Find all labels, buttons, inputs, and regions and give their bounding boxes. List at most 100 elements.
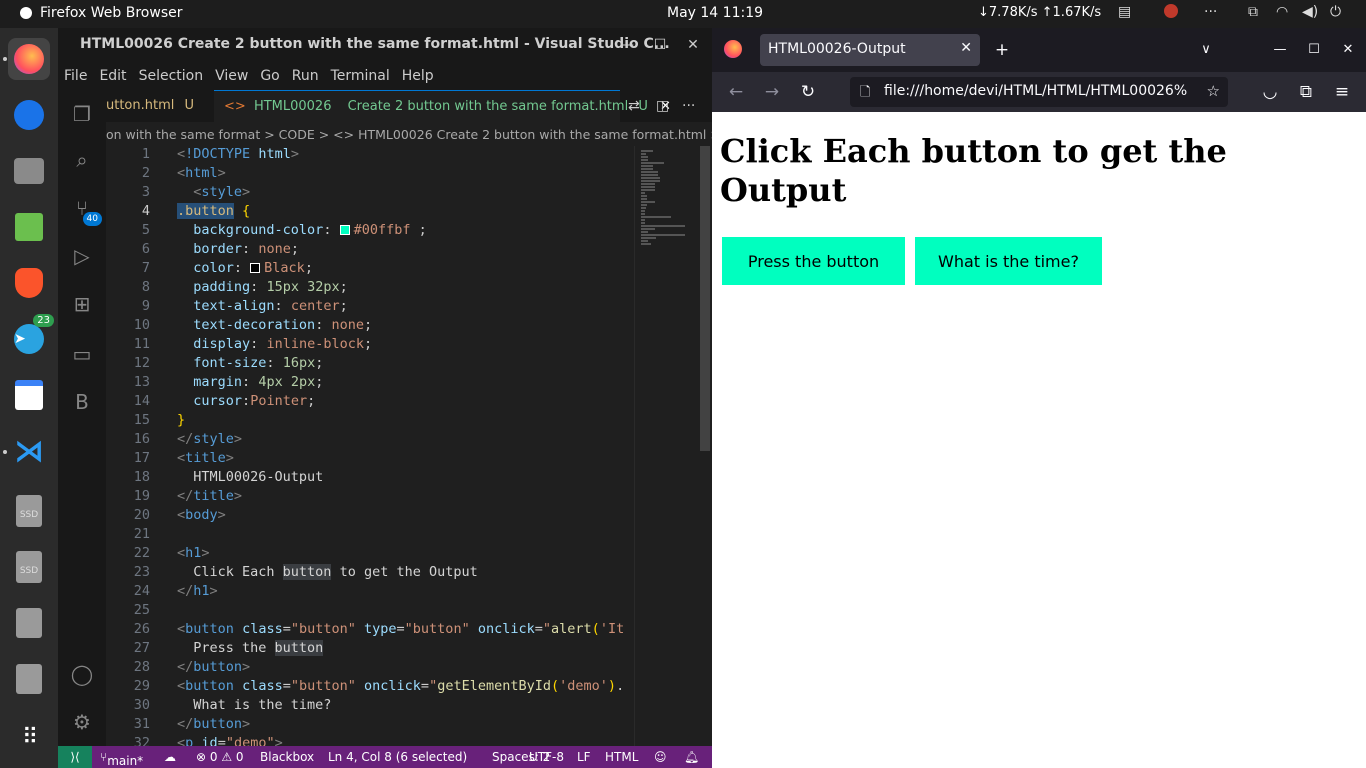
code-line[interactable]: 15}	[106, 412, 634, 431]
code-line[interactable]: 31 </button>	[106, 716, 634, 735]
pocket-icon[interactable]: ◡	[1258, 80, 1282, 104]
menu-selection[interactable]: Selection	[133, 62, 210, 90]
code-line[interactable]: 13 margin: 4px 2px;	[106, 374, 634, 393]
code-line[interactable]: 26 <button class="button" type="button" o…	[106, 621, 634, 640]
dock-brave[interactable]	[8, 262, 50, 304]
code-line[interactable]: 14 cursor:Pointer;	[106, 393, 634, 412]
tab-create-2-button[interactable]: <> HTML00026 Create 2 button with the sa…	[214, 90, 671, 122]
editor-scrollbar[interactable]	[698, 146, 712, 746]
close-button[interactable]: ✕	[682, 34, 704, 56]
run-debug-icon[interactable]: ▷	[70, 244, 94, 268]
code-line[interactable]: 21	[106, 526, 634, 545]
theme-status[interactable]: Blackbox	[260, 750, 314, 764]
tab-button-html[interactable]: utton.html U	[106, 90, 214, 122]
feedback-icon[interactable]: ☺	[654, 750, 667, 764]
close-tab-icon[interactable]: ✕	[960, 40, 972, 56]
cursor-position[interactable]: Ln 4, Col 8 (6 selected)	[328, 750, 467, 764]
minimize-button[interactable]: —	[616, 34, 638, 56]
code-line[interactable]: 6 border: none;	[106, 241, 634, 260]
close-button[interactable]: ✕	[1336, 38, 1360, 62]
vscode-titlebar[interactable]: HTML00026 Create 2 button with the same …	[58, 28, 712, 62]
split-editor-icon[interactable]: ◫	[656, 98, 669, 114]
minimap[interactable]	[634, 146, 698, 746]
code-line[interactable]: 7 color: Black;	[106, 260, 634, 279]
what-is-the-time-button[interactable]: What is the time?	[915, 237, 1102, 285]
url-text[interactable]: file:///home/devi/HTML/HTML/HTML00026%	[884, 83, 1194, 99]
code-line[interactable]: 19 </title>	[106, 488, 634, 507]
clipboard-icon[interactable]: ▤	[1118, 4, 1131, 20]
maximize-button[interactable]: ☐	[1302, 38, 1326, 62]
clock[interactable]: May 14 11:19	[667, 5, 763, 21]
gear-icon[interactable]: ⚙	[70, 710, 94, 734]
code-line[interactable]: 5 background-color: #00ffbf ;	[106, 222, 634, 241]
code-line[interactable]: 2 <html>	[106, 165, 634, 184]
dock-telegram[interactable]: ➤ 23	[8, 314, 54, 360]
activities-app-menu[interactable]: Firefox Web Browser	[20, 5, 183, 21]
list-tabs-chevron-down-icon[interactable]: ∨	[1194, 38, 1218, 62]
dock-files[interactable]	[8, 150, 50, 192]
notifications-bell-icon[interactable]: 🔔︎	[684, 750, 699, 764]
remote-indicator-icon[interactable]: ⟩⟨	[58, 746, 92, 768]
code-line[interactable]: 23 Click Each button to get the Output	[106, 564, 634, 583]
browser-tab[interactable]: HTML00026-Output ✕	[760, 34, 980, 66]
source-control-icon[interactable]: ⑂ 40	[70, 196, 102, 226]
sync-icon[interactable]: ☁	[164, 750, 176, 764]
show-apps-button[interactable]: ⠿	[8, 716, 50, 758]
code-line[interactable]: 29 <button class="button" onclick="getEle…	[106, 678, 634, 697]
code-line[interactable]: 11 display: inline-block;	[106, 336, 634, 355]
dock-disc-1[interactable]	[8, 602, 50, 644]
dock-ssd-2[interactable]: SSD	[8, 546, 50, 588]
encoding-status[interactable]: UTF-8	[529, 750, 564, 764]
menu-run[interactable]: Run	[286, 62, 325, 90]
account-b-icon[interactable]: B	[70, 390, 94, 414]
menu-go[interactable]: Go	[254, 62, 285, 90]
eol-status[interactable]: LF	[577, 750, 591, 764]
remote-explorer-icon[interactable]: ▭	[70, 342, 94, 366]
code-line[interactable]: 28 </button>	[106, 659, 634, 678]
dock-ssd-1[interactable]: SSD	[8, 490, 50, 532]
volume-icon[interactable]: ◀)	[1302, 4, 1318, 20]
power-icon[interactable]: ⏻	[1330, 4, 1341, 20]
code-line[interactable]: 4 .button {	[106, 203, 634, 222]
minimize-button[interactable]: —	[1268, 38, 1292, 62]
accounts-icon[interactable]: ◯	[70, 662, 94, 686]
code-line[interactable]: 9 text-align: center;	[106, 298, 634, 317]
tray-app-icon[interactable]	[1164, 4, 1178, 22]
open-changes-icon[interactable]: ⇄	[628, 98, 640, 114]
code-line[interactable]: 8 padding: 15px 32px;	[106, 279, 634, 298]
code-line[interactable]: 30 What is the time?	[106, 697, 634, 716]
explorer-icon[interactable]: ❐	[70, 102, 94, 126]
problems-status[interactable]: ⊗ 0 ⚠ 0	[196, 750, 244, 764]
dock-text-editor[interactable]	[8, 374, 50, 416]
firefox-view-icon[interactable]	[724, 40, 742, 58]
code-line[interactable]: 22 <h1>	[106, 545, 634, 564]
menu-edit[interactable]: Edit	[93, 62, 132, 90]
code-line[interactable]: 20 <body>	[106, 507, 634, 526]
dock-disc-2[interactable]	[8, 658, 50, 700]
code-line[interactable]: 27 Press the button	[106, 640, 634, 659]
code-editor[interactable]: 1 <!DOCTYPE html> 2 <html> 3 <style> 4 .button…	[106, 146, 634, 746]
code-line[interactable]: 12 font-size: 16px;	[106, 355, 634, 374]
press-the-button[interactable]: Press the button	[722, 237, 905, 285]
maximize-button[interactable]: ☐	[649, 34, 671, 56]
code-line[interactable]: 18 HTML00026-Output	[106, 469, 634, 488]
code-line[interactable]: 10 text-decoration: none;	[106, 317, 634, 336]
menu-terminal[interactable]: Terminal	[325, 62, 396, 90]
forward-arrow-icon[interactable]: →	[760, 80, 784, 104]
breadcrumb[interactable]: on with the same format > CODE > <> HTML…	[106, 122, 712, 146]
url-bar[interactable]: 🗋︎ file:///home/devi/HTML/HTML/HTML00026…	[850, 77, 1228, 107]
more-icon[interactable]: ···	[1204, 4, 1217, 20]
dock-firefox[interactable]	[8, 38, 50, 80]
extensions-icon[interactable]: ⊞	[70, 292, 94, 316]
code-line[interactable]: 24 </h1>	[106, 583, 634, 602]
language-status[interactable]: HTML	[605, 750, 638, 764]
reload-icon[interactable]: ↻	[796, 80, 820, 104]
code-line[interactable]: 25	[106, 602, 634, 621]
code-line[interactable]: 32 <p id="demo">	[106, 735, 634, 746]
dock-thunderbird[interactable]	[8, 94, 50, 136]
menu-help[interactable]: Help	[396, 62, 440, 90]
scrollbar-thumb[interactable]	[700, 146, 710, 451]
search-icon[interactable]: ⌕	[70, 148, 94, 172]
new-tab-icon[interactable]: +	[990, 38, 1014, 62]
back-arrow-icon[interactable]: ←	[724, 80, 748, 104]
